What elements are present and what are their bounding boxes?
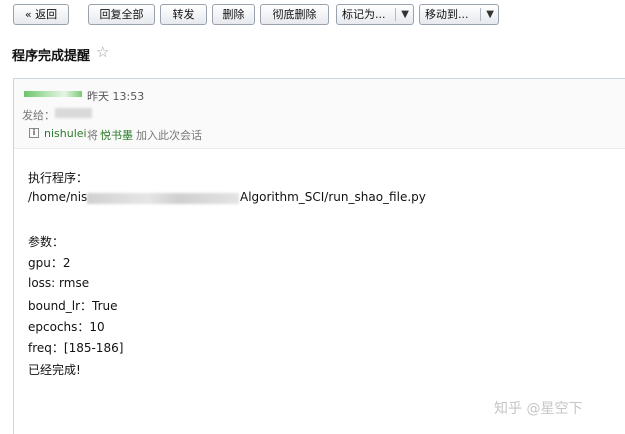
move-to-label: 移动到...: [425, 8, 469, 21]
body-param: freq：[185-186]: [28, 341, 124, 355]
sender-name-redacted[interactable]: [24, 91, 82, 97]
to-label: 发给：: [22, 109, 55, 122]
move-to-dropdown[interactable]: 移动到... ▼: [419, 4, 499, 25]
dropdown-divider: [480, 8, 481, 21]
mail-card: 昨天 13:53 发给： i nishulei 将 悦书墨 加入此次会话: [13, 78, 625, 434]
mark-as-label: 标记为...: [342, 8, 386, 21]
info-text-tail: 加入此次会话: [136, 129, 202, 142]
info-user-link[interactable]: nishulei: [44, 127, 87, 140]
info-book-link[interactable]: 悦书墨: [100, 127, 133, 143]
back-button[interactable]: « 返回: [13, 4, 69, 25]
chevron-down-icon: ▼: [401, 9, 409, 20]
body-path-prefix: /home/nis: [28, 190, 88, 204]
body-param: gpu：2: [28, 256, 71, 270]
delete-button[interactable]: 删除: [212, 4, 255, 25]
body-done: 已经完成!: [28, 363, 81, 377]
info-icon: i: [29, 128, 39, 138]
reply-all-button[interactable]: 回复全部: [88, 4, 155, 25]
body-param: loss: rmse: [28, 276, 90, 290]
mail-time: 昨天 13:53: [87, 90, 145, 103]
path-redacted: [87, 193, 239, 204]
chevron-down-icon: ▼: [486, 9, 494, 20]
body-exec-label: 执行程序：: [28, 171, 89, 185]
body-param: bound_lr：True: [28, 299, 118, 313]
info-text: 将: [87, 129, 98, 142]
mark-as-dropdown[interactable]: 标记为... ▼: [336, 4, 414, 25]
mail-subject: 程序完成提醒: [12, 49, 91, 64]
recipient-redacted[interactable]: [55, 108, 92, 118]
star-icon[interactable]: ☆: [96, 43, 109, 61]
watermark: 知乎 @星空下: [494, 401, 583, 417]
dropdown-divider: [395, 8, 396, 21]
delete-forever-button[interactable]: 彻底删除: [260, 4, 329, 25]
body-path-suffix: Algorithm_SCI/run_shao_file.py: [240, 190, 426, 204]
body-param: epcochs：10: [28, 320, 105, 334]
forward-button[interactable]: 转发: [160, 4, 207, 25]
body-params-title: 参数：: [28, 235, 65, 249]
mail-header: 昨天 13:53 发给： i nishulei 将 悦书墨 加入此次会话: [14, 79, 625, 149]
mail-toolbar: « 返回 回复全部 转发 删除 彻底删除 标记为... ▼ 移动到... ▼: [0, 0, 625, 30]
